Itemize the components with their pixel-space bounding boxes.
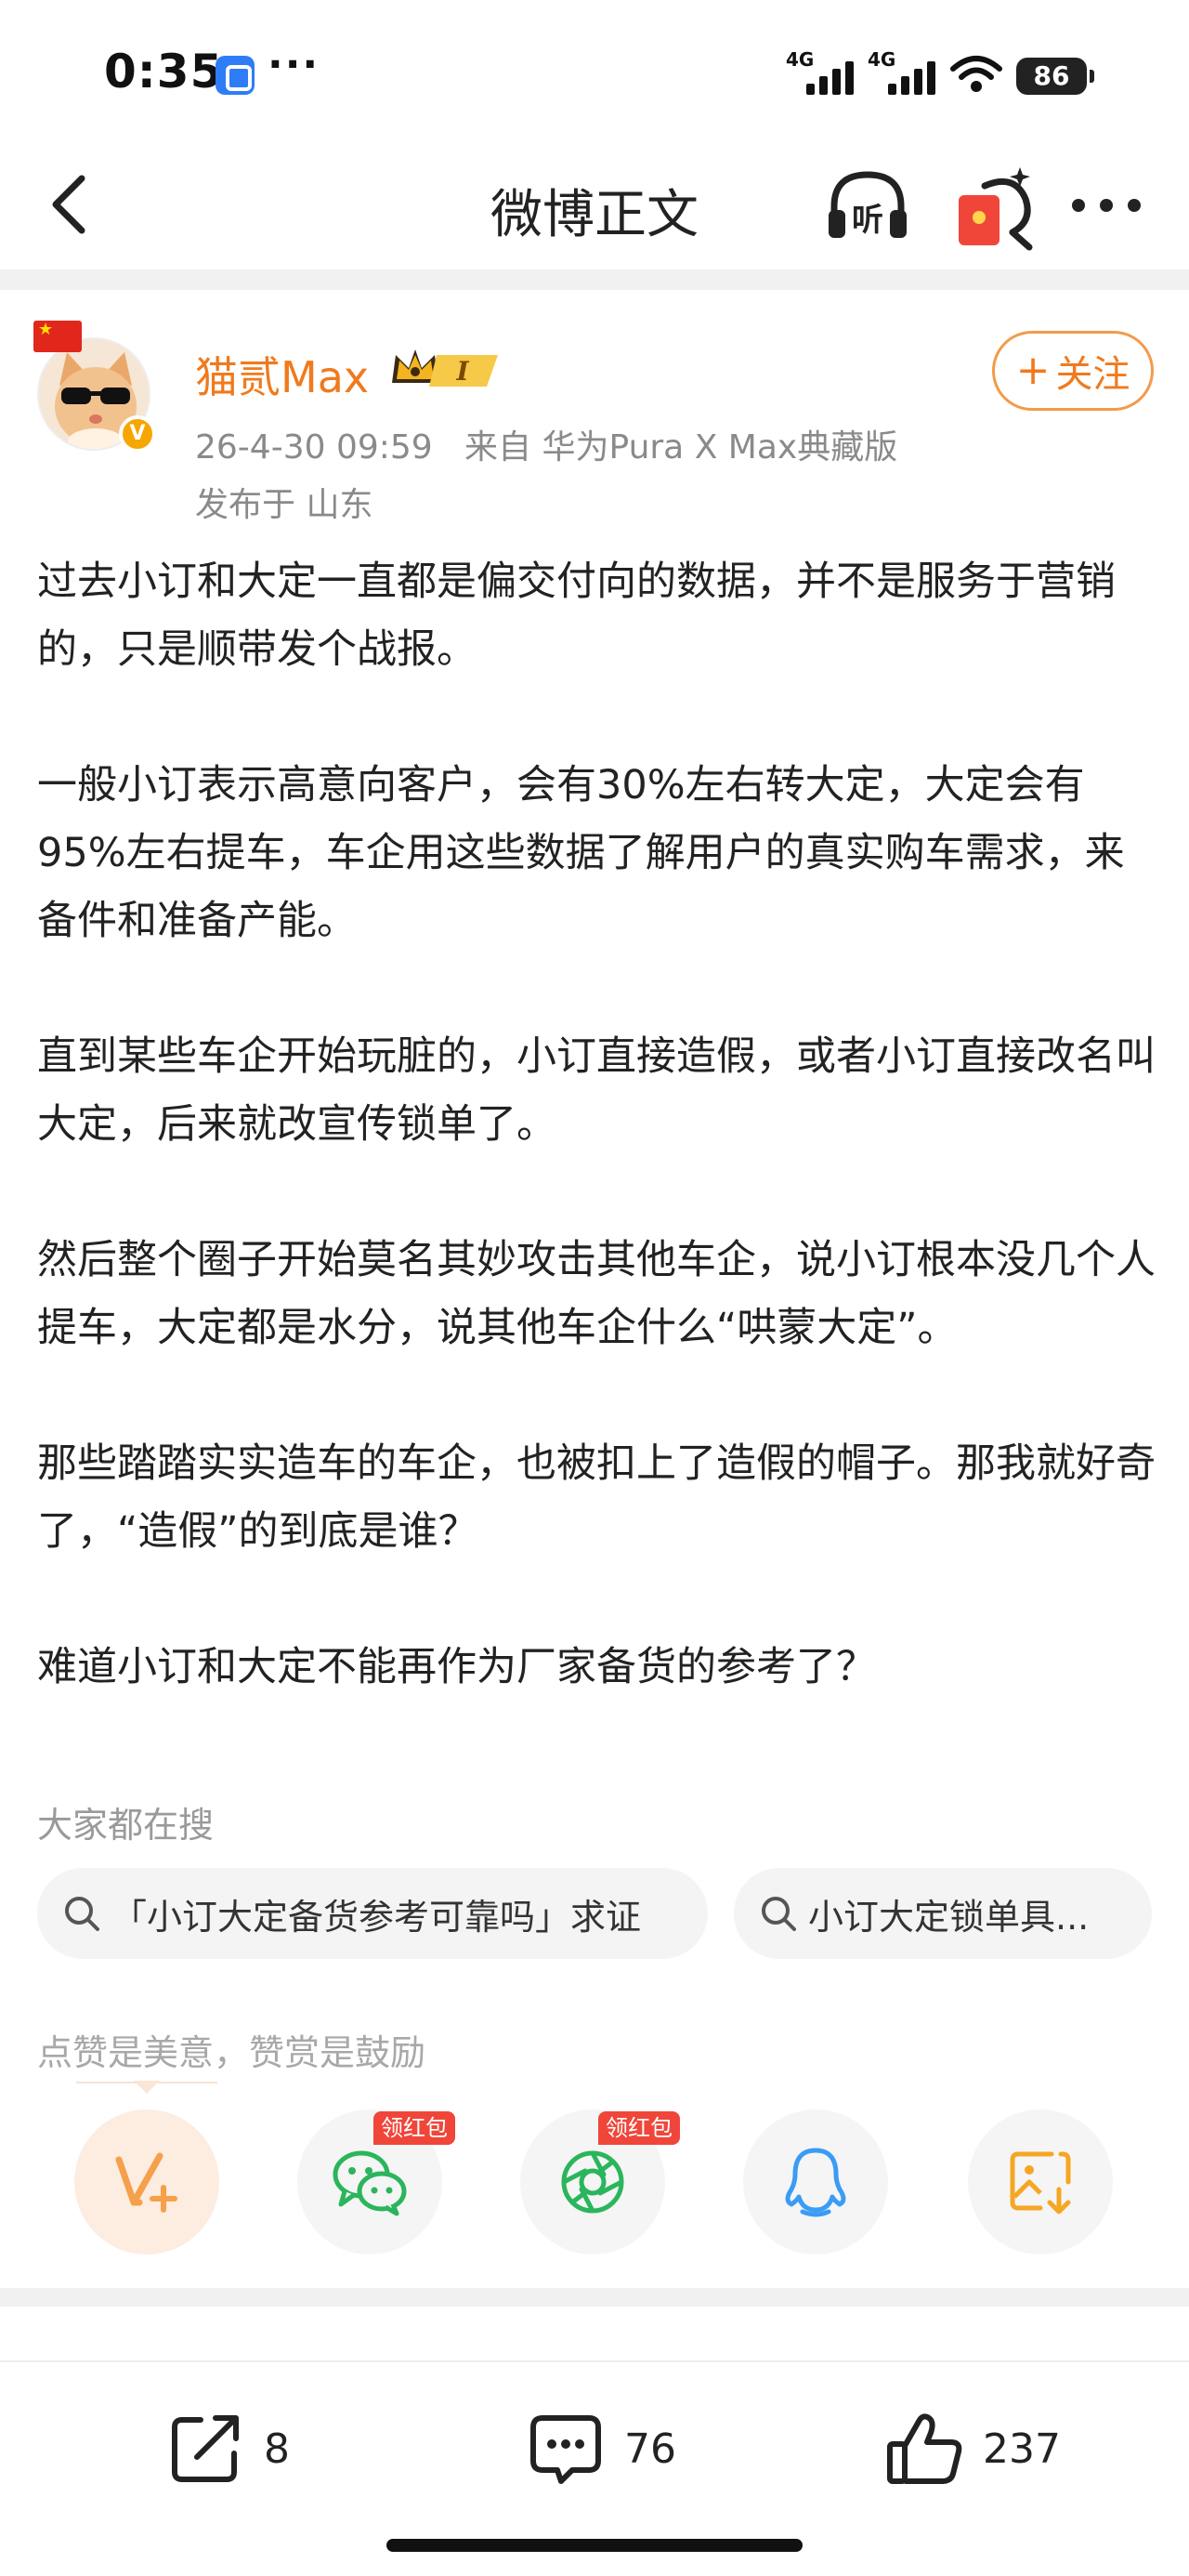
reward-button[interactable] — [74, 2109, 219, 2254]
thumbs-up-icon — [887, 2413, 962, 2484]
app-notification-icon — [216, 56, 255, 95]
red-packet-tag: 领红包 — [598, 2111, 680, 2145]
repost-count: 8 — [264, 2425, 290, 2473]
moments-aperture-icon — [561, 2150, 624, 2214]
post-date: 26-4-30 09:59 — [195, 428, 433, 467]
search-chip[interactable]: 「小订大定备货参考可靠吗」求证 — [37, 1868, 708, 1959]
like-reward-tip: 点赞是美意，赞赏是鼓励 — [37, 2032, 426, 2073]
search-icon — [762, 1897, 796, 1931]
vip-crown-badge-icon[interactable]: I — [390, 346, 503, 394]
verified-badge-icon: V — [119, 415, 156, 453]
top-nav: 微博正文 听 — [0, 139, 1189, 269]
like-count: 237 — [983, 2425, 1061, 2473]
battery-icon: 86 — [1016, 58, 1094, 95]
china-flag-icon — [33, 321, 82, 352]
red-packet-search-icon[interactable] — [947, 164, 1040, 253]
more-options-icon[interactable] — [1066, 177, 1146, 232]
signal-4g-icon: 4G — [868, 48, 936, 95]
signal-4g-icon: 4G — [786, 48, 855, 95]
status-bar: 0:35 ··· 4G 4G 86 — [0, 0, 1189, 139]
post-paragraph: 一般小订表示高意向客户，会有30%左右转大定，大定会有95%左右提车，车企用这些… — [37, 762, 1125, 944]
post-paragraph: 过去小订和大定一直都是偏交付向的数据，并不是服务于营销的，只是顺带发个战报。 — [37, 559, 1116, 673]
vip-level-label: I — [455, 356, 469, 387]
tip-pointer — [134, 2081, 160, 2094]
comment-bubble-icon — [530, 2415, 601, 2484]
listen-label: 听 — [852, 202, 883, 239]
post-location: 发布于 山东 — [195, 486, 373, 524]
red-packet-tag: 领红包 — [373, 2111, 455, 2145]
reward-v-plus-icon — [115, 2152, 177, 2213]
save-image-button[interactable] — [968, 2109, 1113, 2254]
bottom-action-bar: 8 76 237 — [0, 2365, 1189, 2532]
username[interactable]: 猫贰Max — [195, 344, 369, 405]
more-notifications-icon: ··· — [268, 41, 320, 88]
status-indicators: 4G 4G 86 — [786, 48, 1094, 95]
post-source[interactable]: 来自 华为Pura X Max典藏版 — [464, 428, 897, 467]
follow-button[interactable]: + 关注 — [992, 331, 1154, 411]
share-qq-button[interactable] — [743, 2109, 888, 2254]
listen-headphones-icon[interactable]: 听 — [821, 164, 914, 247]
post-body: 过去小订和大定一直都是偏交付向的数据，并不是服务于营销的，只是顺带发个战报。 一… — [37, 548, 1156, 1702]
repost-button[interactable]: 8 — [163, 2402, 290, 2495]
plus-icon: + — [1015, 347, 1051, 394]
save-image-icon — [1010, 2151, 1071, 2215]
repost-share-icon — [172, 2415, 239, 2482]
post-paragraph: 直到某些车企开始玩脏的，小订直接造假，或者小订直接改名叫大定，后来就改宣传锁单了… — [37, 1033, 1156, 1148]
comment-button[interactable]: 76 — [524, 2402, 676, 2495]
like-button[interactable]: 237 — [882, 2402, 1061, 2495]
comment-count: 76 — [624, 2425, 676, 2473]
search-icon — [65, 1897, 99, 1931]
wechat-icon — [333, 2150, 407, 2216]
search-chip-label: 小订大定锁单具... — [808, 1896, 1090, 1938]
post-paragraph: 难道小订和大定不能再作为厂家备货的参考了？ — [37, 1644, 876, 1690]
section-divider — [0, 2288, 1189, 2307]
trending-search-label: 大家都在搜 — [37, 1805, 215, 1846]
home-indicator[interactable] — [386, 2539, 803, 2552]
action-bar-border — [0, 2360, 1189, 2362]
search-chip[interactable]: 小订大定锁单具... — [734, 1868, 1152, 1959]
follow-label: 关注 — [1055, 353, 1130, 396]
avatar[interactable]: V — [33, 321, 158, 453]
section-divider — [0, 269, 1189, 290]
search-chip-label: 「小订大定备货参考可靠吗」求证 — [111, 1896, 642, 1938]
post-paragraph: 那些踏踏实实造车的车企，也被扣上了造假的帽子。那我就好奇了，“造假”的到底是谁？ — [37, 1440, 1156, 1555]
post-meta: 26-4-30 09:59 来自 华为Pura X Max典藏版 — [195, 420, 897, 468]
post-paragraph: 然后整个圈子开始莫名其妙攻击其他车企，说小订根本没几个人提车，大定都是水分，说其… — [37, 1237, 1156, 1351]
qq-penguin-icon — [785, 2148, 846, 2217]
status-time: 0:35 — [104, 45, 224, 99]
wifi-icon — [950, 56, 1002, 92]
